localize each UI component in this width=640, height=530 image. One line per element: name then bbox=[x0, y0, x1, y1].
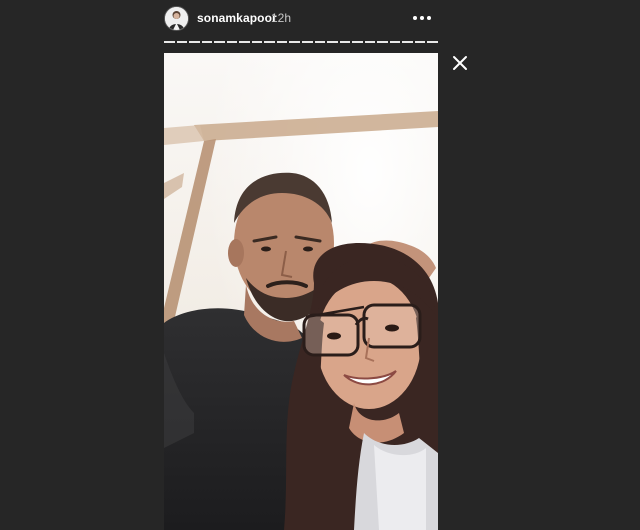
progress-segment bbox=[251, 41, 263, 43]
story-timestamp: 12h bbox=[271, 11, 292, 25]
progress-segment bbox=[302, 41, 313, 43]
progress-segment bbox=[352, 41, 363, 43]
progress-segment bbox=[389, 41, 401, 43]
progress-segment bbox=[164, 41, 175, 43]
progress-segment bbox=[377, 41, 388, 43]
more-dot bbox=[427, 16, 431, 20]
more-dot bbox=[413, 16, 417, 20]
story-header: sonamkapoor 12h bbox=[164, 4, 438, 34]
story-media[interactable] bbox=[164, 53, 438, 530]
progress-segment bbox=[364, 41, 376, 43]
close-icon-glyph bbox=[453, 56, 467, 70]
progress-segment bbox=[239, 41, 250, 43]
progress-segment bbox=[402, 41, 413, 43]
story-progress-bar bbox=[164, 41, 439, 43]
more-dot bbox=[420, 16, 424, 20]
progress-segment bbox=[339, 41, 351, 43]
progress-segment bbox=[314, 41, 326, 43]
close-icon[interactable] bbox=[451, 54, 469, 72]
avatar-image bbox=[165, 7, 188, 30]
story-photo bbox=[164, 53, 438, 530]
progress-segment bbox=[201, 41, 213, 43]
avatar[interactable] bbox=[164, 6, 189, 31]
username-link[interactable]: sonamkapoor bbox=[197, 11, 277, 25]
more-options-icon[interactable] bbox=[410, 10, 434, 26]
progress-segment bbox=[189, 41, 200, 43]
progress-segment bbox=[214, 41, 225, 43]
progress-segment bbox=[427, 41, 439, 43]
progress-segment bbox=[264, 41, 275, 43]
progress-segment bbox=[289, 41, 301, 43]
progress-segment bbox=[226, 41, 238, 43]
progress-segment bbox=[414, 41, 426, 43]
progress-segment bbox=[276, 41, 288, 43]
progress-segment bbox=[176, 41, 188, 43]
progress-segment bbox=[327, 41, 338, 43]
story-viewer: sonamkapoor 12h bbox=[0, 0, 640, 530]
